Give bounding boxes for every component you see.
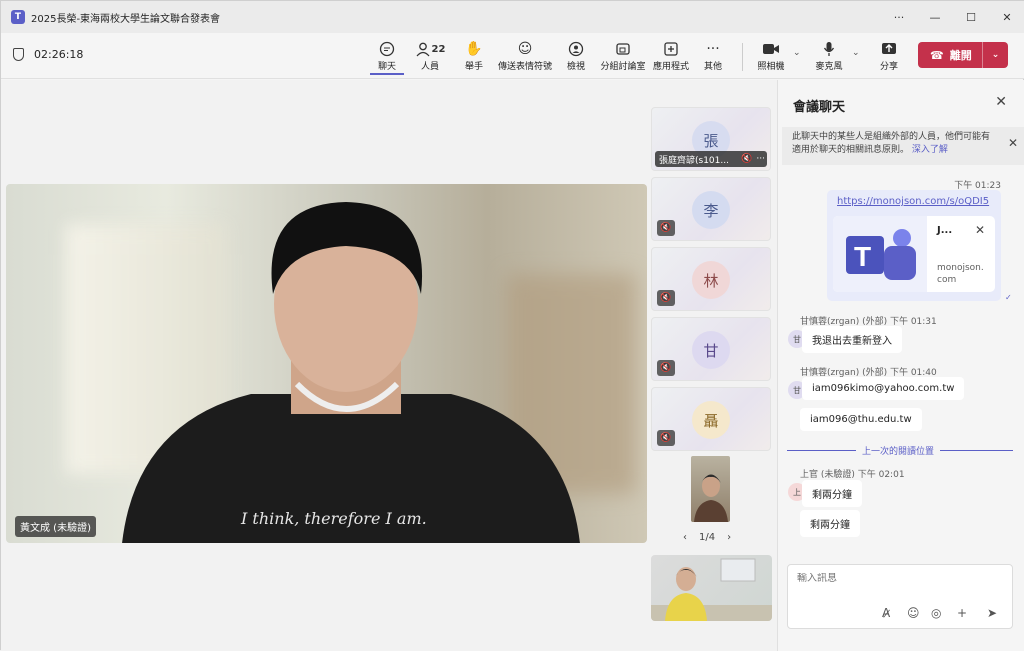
- remove-preview-icon[interactable]: ✕: [975, 223, 985, 237]
- participant-tile[interactable]: 甘 🔇: [651, 317, 771, 381]
- mic-off-icon: 🔇: [657, 290, 675, 306]
- loop-icon[interactable]: ◎: [931, 606, 941, 620]
- message-bubble: iam096@thu.edu.tw: [800, 408, 922, 431]
- speaker-figure: I think, therefore I am.: [122, 202, 580, 543]
- teams-window: T 2025長榮-東海兩校大學生論文聯合發表會 ··· — ☐ ✕ 02:26:…: [0, 0, 1024, 651]
- seen-check-icon: ✓: [1005, 293, 1012, 302]
- link-preview-title: J...: [937, 225, 953, 236]
- teams-logo-icon: T: [11, 10, 25, 24]
- dismiss-notice-icon[interactable]: ✕: [1008, 137, 1018, 150]
- add-app-icon: [663, 39, 679, 59]
- svg-text:I think, therefore I am.: I think, therefore I am.: [240, 509, 427, 528]
- message-bubble: 剩兩分鐘: [802, 480, 862, 507]
- participant-avatar: 林: [692, 261, 730, 299]
- leave-button[interactable]: ☎ 離開 ⌄: [918, 42, 1008, 68]
- participant-name: 張庭齊諺(s101... 🔇 ···: [655, 151, 767, 167]
- more-button[interactable]: ··· 其他: [698, 39, 728, 75]
- people-count: 22: [431, 43, 446, 55]
- participant-video-thumbnail[interactable]: [691, 456, 730, 522]
- participant-tile[interactable]: 張 張庭齊諺(s101... 🔇 ···: [651, 107, 771, 171]
- people-icon: 22: [415, 39, 446, 59]
- tile-more-icon[interactable]: ···: [756, 154, 765, 164]
- format-icon[interactable]: A̷: [882, 606, 890, 620]
- people-button[interactable]: 22 人員: [413, 39, 447, 75]
- meeting-toolbar: 02:26:18 聊天 22 人員 ✋ 舉手 ☺ 傳送表情符號 檢視 分組討論室: [1, 33, 1024, 79]
- link-preview-card[interactable]: T J... ✕ monojson. com: [833, 216, 995, 292]
- raise-hand-button[interactable]: ✋ 舉手: [457, 39, 491, 75]
- leave-options-chevron-icon[interactable]: ⌄: [982, 42, 1008, 68]
- chat-button[interactable]: 聊天: [370, 39, 404, 75]
- hang-up-icon: ☎: [930, 48, 944, 62]
- prev-page-icon[interactable]: ‹: [683, 532, 687, 543]
- participant-tile[interactable]: 李 🔇: [651, 177, 771, 241]
- message-bubble: 我退出去重新登入: [802, 326, 902, 353]
- emoji-icon[interactable]: ☺: [907, 606, 920, 620]
- chat-panel-title: 會議聊天: [793, 100, 846, 115]
- meeting-timer: 02:26:18: [13, 48, 83, 61]
- view-button[interactable]: 檢視: [559, 39, 593, 75]
- maximize-button[interactable]: ☐: [953, 1, 989, 33]
- own-message-bubble: https://monojson.com/s/oQDI5 T J... ✕ mo…: [827, 190, 1001, 301]
- mic-options-chevron-icon[interactable]: ⌄: [852, 48, 860, 58]
- camera-options-chevron-icon[interactable]: ⌄: [793, 48, 801, 58]
- self-video[interactable]: [651, 555, 772, 621]
- close-window-button[interactable]: ✕: [989, 1, 1024, 33]
- hand-icon: ✋: [465, 41, 483, 57]
- send-icon[interactable]: ➤: [987, 606, 997, 620]
- view-icon: [568, 39, 584, 59]
- add-attachment-icon[interactable]: +: [957, 606, 967, 620]
- participant-tile[interactable]: 聶 🔇: [651, 387, 771, 451]
- mic-button[interactable]: 麥克風: [812, 39, 846, 75]
- title-bar: T 2025長榮-東海兩校大學生論文聯合發表會 ··· — ☐ ✕: [1, 1, 1024, 33]
- message-bubble: 剩兩分鐘: [800, 510, 860, 537]
- next-page-icon[interactable]: ›: [727, 532, 731, 543]
- teams-logo-icon: T: [833, 216, 927, 292]
- share-screen-icon: [881, 39, 897, 59]
- main-video[interactable]: I think, therefore I am. 黃文成 (未驗證): [6, 184, 647, 543]
- close-chat-icon[interactable]: ✕: [995, 94, 1007, 110]
- speaker-name-badge: 黃文成 (未驗證): [15, 516, 96, 537]
- window-title: 2025長榮-東海兩校大學生論文聯合發表會: [31, 13, 221, 25]
- chat-icon: [379, 39, 395, 59]
- participant-figure: [694, 474, 728, 522]
- camera-icon: [762, 39, 780, 59]
- share-button[interactable]: 分享: [872, 39, 906, 75]
- participant-avatar: 聶: [692, 401, 730, 439]
- self-figure: [651, 558, 772, 621]
- rooms-icon: [615, 39, 631, 59]
- external-users-notice: 此聊天中的某些人是組織外部的人員，他們可能有適用於聊天的相關訊息原則。 深入了解…: [782, 127, 1024, 165]
- mic-off-icon: 🔇: [657, 220, 675, 236]
- react-button[interactable]: ☺ 傳送表情符號: [495, 39, 555, 75]
- shield-icon: [13, 48, 24, 61]
- breakout-rooms-button[interactable]: 分組討論室: [599, 39, 647, 75]
- smile-icon: ☺: [517, 41, 533, 57]
- message-meta: 上官 (未驗證) 下午 02:01: [800, 470, 905, 480]
- svg-text:T: T: [854, 241, 871, 272]
- mic-off-icon: 🔇: [657, 360, 675, 376]
- message-link[interactable]: https://monojson.com/s/oQDI5: [837, 196, 989, 207]
- camera-button[interactable]: 照相機: [754, 39, 788, 75]
- page-indicator: 1/4: [699, 532, 716, 543]
- timer-text: 02:26:18: [34, 48, 84, 61]
- last-read-label: 上一次的閱讀位置: [856, 444, 941, 457]
- apps-button[interactable]: 應用程式: [652, 39, 690, 75]
- mic-off-icon: 🔇: [741, 154, 753, 164]
- message-compose-box: A̷ ☺ ◎ + ➤: [787, 564, 1013, 629]
- participant-avatar: 甘: [692, 331, 730, 369]
- more-window-button[interactable]: ···: [881, 1, 917, 33]
- microphone-icon: [823, 39, 835, 59]
- learn-more-link[interactable]: 深入了解: [912, 145, 948, 155]
- tile-pager: ‹ 1/4 ›: [683, 532, 731, 543]
- message-input[interactable]: [797, 573, 997, 584]
- minimize-button[interactable]: —: [917, 1, 953, 33]
- link-preview-domain: monojson. com: [937, 263, 984, 285]
- participant-tile[interactable]: 林 🔇: [651, 247, 771, 311]
- message-bubble: iam096kimo@yahoo.com.tw: [802, 377, 965, 400]
- participant-avatar: 李: [692, 191, 730, 229]
- ellipsis-icon: ···: [706, 41, 720, 57]
- toolbar-separator: [742, 43, 743, 71]
- mic-off-icon: 🔇: [657, 430, 675, 446]
